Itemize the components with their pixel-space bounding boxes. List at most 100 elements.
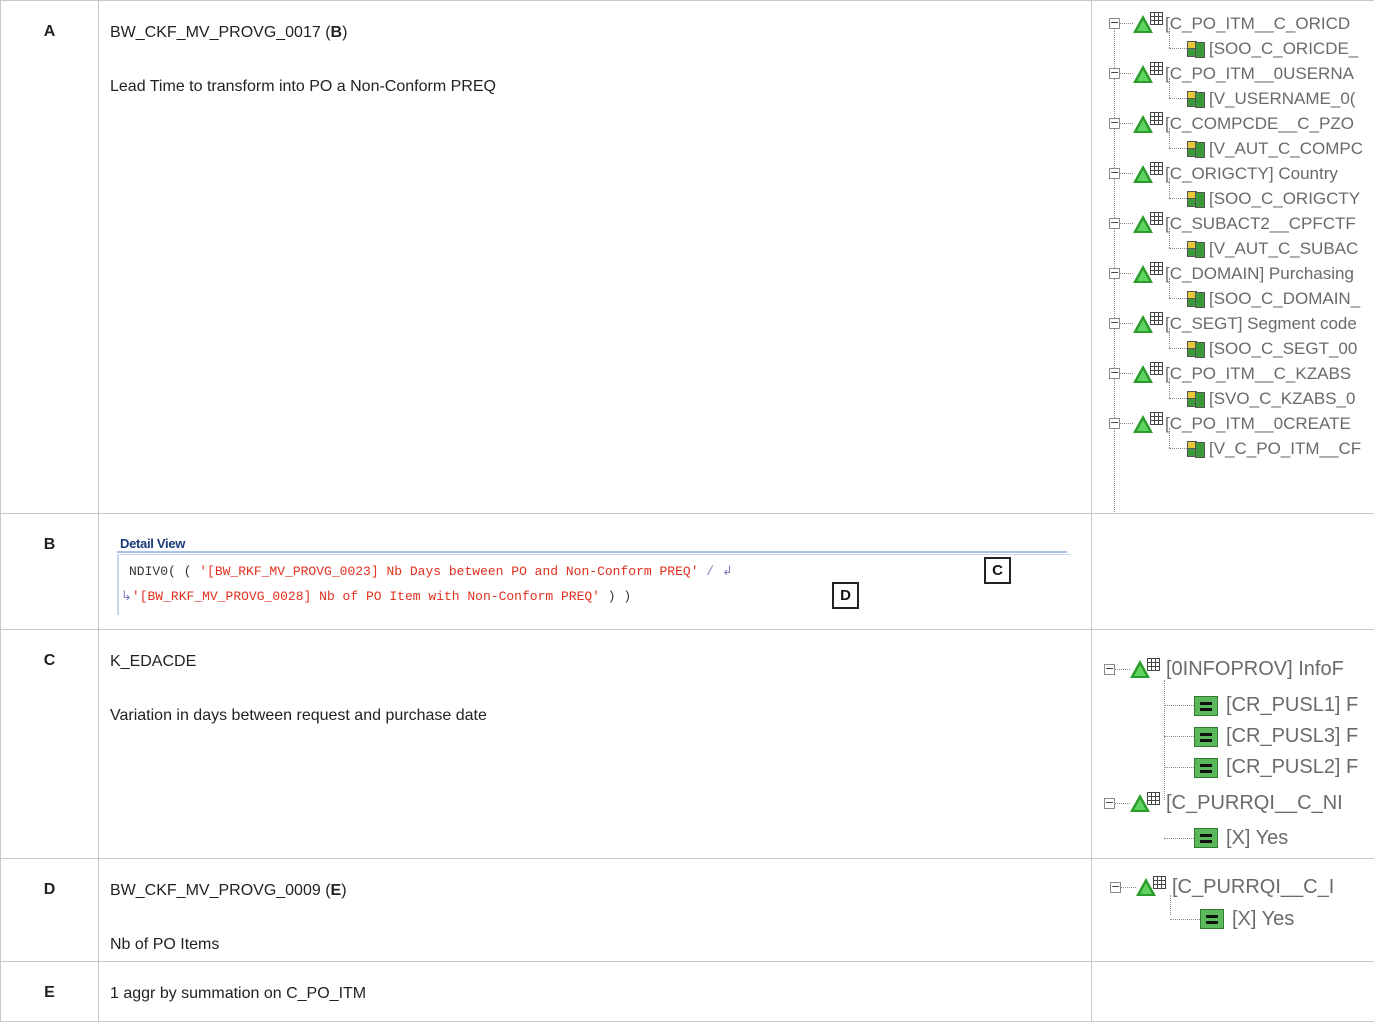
continuation-arrow-icon: ↳ [121, 589, 132, 604]
filter-icon [1187, 140, 1205, 158]
callout-c: C [984, 557, 1011, 584]
tree-node: − [C_SUBACT2__CPFCTF [1109, 211, 1363, 236]
row-key: A [0, 0, 99, 514]
restriction-tree: − [C_PO_ITM__C_ORICD [SOO_C_ORICDE_ − [C_PO_… [1109, 11, 1363, 513]
tree-node: [X] Yes [1104, 823, 1358, 853]
characteristic-icon [1133, 14, 1153, 33]
tree-node: − [C_PO_ITM__0CREATE [1109, 411, 1363, 436]
filter-icon [1187, 240, 1205, 258]
cross-reference: B [330, 24, 343, 41]
row-a: A BW_CKF_MV_PROVG_0017 (B) Lead Time to … [0, 0, 1374, 514]
row-description: 1 aggr by summation on C_PO_ITM [98, 961, 1092, 1022]
formula-line-2: ↳'[BW_RKF_MV_PROVG_0028] Nb of PO Item w… [121, 589, 632, 604]
node-label: [CR_PUSL3] F [1226, 725, 1359, 747]
filter-icon [1187, 90, 1205, 108]
tree-node: [CR_PUSL3] F [1104, 721, 1358, 752]
tree-node: [CR_PUSL1] F [1104, 690, 1358, 721]
row-description: BW_CKF_MV_PROVG_0017 (B) Lead Time to tr… [98, 0, 1092, 514]
object-description: Nb of PO Items [110, 936, 220, 953]
collapse-icon[interactable]: − [1109, 367, 1120, 379]
tree-node: − [C_PURRQI__C_I [1110, 869, 1334, 905]
collapse-icon[interactable]: − [1109, 317, 1120, 329]
tree-node: − [C_PO_ITM__C_KZABS [1109, 361, 1363, 386]
tree-node: [SVO_C_KZABS_0 [1109, 378, 1363, 411]
node-label: [V_AUT_C_COMPC [1209, 138, 1363, 158]
node-label: [CR_PUSL1] F [1226, 694, 1359, 716]
collapse-icon[interactable]: − [1110, 881, 1121, 893]
detail-view-title: Detail View [120, 536, 186, 551]
tree-node: [V_C_PO_ITM__CF [1109, 428, 1363, 461]
node-label: [V_USERNAME_0( [1209, 88, 1356, 108]
row-e: E 1 aggr by summation on C_PO_ITM [0, 961, 1374, 1022]
tree-node: − [C_PURRQI__C_NI [1104, 783, 1358, 823]
equals-icon [1194, 726, 1218, 747]
filter-icon [1187, 340, 1205, 358]
node-label: [C_ORIGCTY] Country [1165, 163, 1338, 183]
equals-icon [1200, 909, 1224, 929]
restrictions-panel: − [0INFOPROV] InfoF [CR_PUSL1] F [CR_PUSL3]… [1091, 629, 1374, 859]
collapse-icon[interactable]: − [1109, 417, 1120, 429]
equals-icon [1194, 695, 1218, 716]
tree-node: [SOO_C_ORIGCTY [1109, 178, 1363, 211]
collapse-icon[interactable]: − [1104, 663, 1115, 675]
detail-view-panel: Detail View NDIV0( ( '[BW_RKF_MV_PROVG_0… [98, 513, 1092, 630]
node-label: [C_DOMAIN] Purchasing [1165, 263, 1354, 283]
tree-node: − [C_PO_ITM__0USERNA [1109, 61, 1363, 86]
tree-node: − [C_SEGT] Segment code [1109, 311, 1363, 336]
tree-node: − [C_COMPCDE__C_PZO [1109, 111, 1363, 136]
node-label: [C_PO_ITM__C_KZABS [1165, 363, 1352, 383]
node-label: [C_PURRQI__C_NI [1166, 791, 1343, 814]
tree-node: [CR_PUSL2] F [1104, 752, 1358, 783]
collapse-icon[interactable]: − [1109, 267, 1120, 279]
tree-node: [SOO_C_DOMAIN_ [1109, 278, 1363, 311]
node-label: [C_SEGT] Segment code [1165, 313, 1357, 333]
tree-node: − [C_ORIGCTY] Country [1109, 161, 1363, 186]
characteristic-icon [1130, 794, 1150, 812]
object-name: BW_CKF_MV_PROVG_0017 (B) [110, 24, 348, 41]
tree-node: − [C_PO_ITM__C_ORICD [1109, 11, 1363, 36]
tree-node: [V_AUT_C_COMPC [1109, 128, 1363, 161]
row-key: C [0, 629, 99, 859]
node-label: [0INFOPROV] InfoF [1166, 657, 1344, 680]
tree-node: [V_USERNAME_0( [1109, 78, 1363, 111]
collapse-icon[interactable]: − [1109, 67, 1120, 79]
filter-icon [1187, 290, 1205, 308]
node-label: [SOO_C_ORICDE_ [1209, 38, 1359, 58]
collapse-icon[interactable]: − [1109, 167, 1120, 179]
node-label: [SOO_C_SEGT_00 [1209, 338, 1358, 358]
node-label: [C_COMPCDE__C_PZO [1165, 113, 1354, 133]
characteristic-icon [1133, 64, 1153, 83]
equals-icon [1194, 757, 1218, 778]
collapse-icon[interactable]: − [1109, 217, 1120, 229]
restrictions-panel: − [C_PO_ITM__C_ORICD [SOO_C_ORICDE_ − [C_PO_… [1091, 0, 1374, 514]
row-key: B [0, 513, 99, 630]
row-c: C K_EDACDE Variation in days between req… [0, 629, 1374, 859]
callout-d: D [832, 582, 859, 609]
restriction-tree: − [0INFOPROV] InfoF [CR_PUSL1] F [CR_PUSL3]… [1104, 648, 1358, 853]
restrictions-panel: − [C_PURRQI__C_I [X] Yes [1091, 858, 1374, 962]
row-description: BW_CKF_MV_PROVG_0009 (E) Nb of PO Items [98, 858, 1092, 962]
collapse-icon[interactable]: − [1109, 117, 1120, 129]
node-label: [X] Yes [1226, 826, 1289, 849]
characteristic-icon [1133, 414, 1153, 433]
row-d: D BW_CKF_MV_PROVG_0009 (E) Nb of PO Item… [0, 858, 1374, 962]
collapse-icon[interactable]: − [1109, 17, 1120, 29]
node-label: [CR_PUSL2] F [1226, 756, 1359, 778]
collapse-icon[interactable]: − [1104, 797, 1115, 809]
object-description: Variation in days between request and pu… [110, 707, 487, 724]
row-description: K_EDACDE Variation in days between reque… [98, 629, 1092, 859]
object-name: BW_CKF_MV_PROVG_0009 (E) [110, 882, 347, 899]
characteristic-icon [1130, 660, 1150, 678]
row-key: E [0, 961, 99, 1022]
object-name: K_EDACDE [110, 653, 197, 670]
cross-reference: E [330, 882, 342, 899]
wrap-arrow-icon: ↲ [721, 564, 733, 579]
filter-icon [1187, 390, 1205, 408]
node-label: [V_AUT_C_SUBAC [1209, 238, 1359, 258]
node-label: [C_PO_ITM__C_ORICD [1165, 13, 1351, 33]
tree-node: [X] Yes [1110, 905, 1334, 933]
characteristic-icon [1133, 164, 1153, 183]
filter-icon [1187, 190, 1205, 208]
tree-node: − [C_DOMAIN] Purchasing [1109, 261, 1363, 286]
node-label: [SVO_C_KZABS_0 [1209, 388, 1356, 408]
